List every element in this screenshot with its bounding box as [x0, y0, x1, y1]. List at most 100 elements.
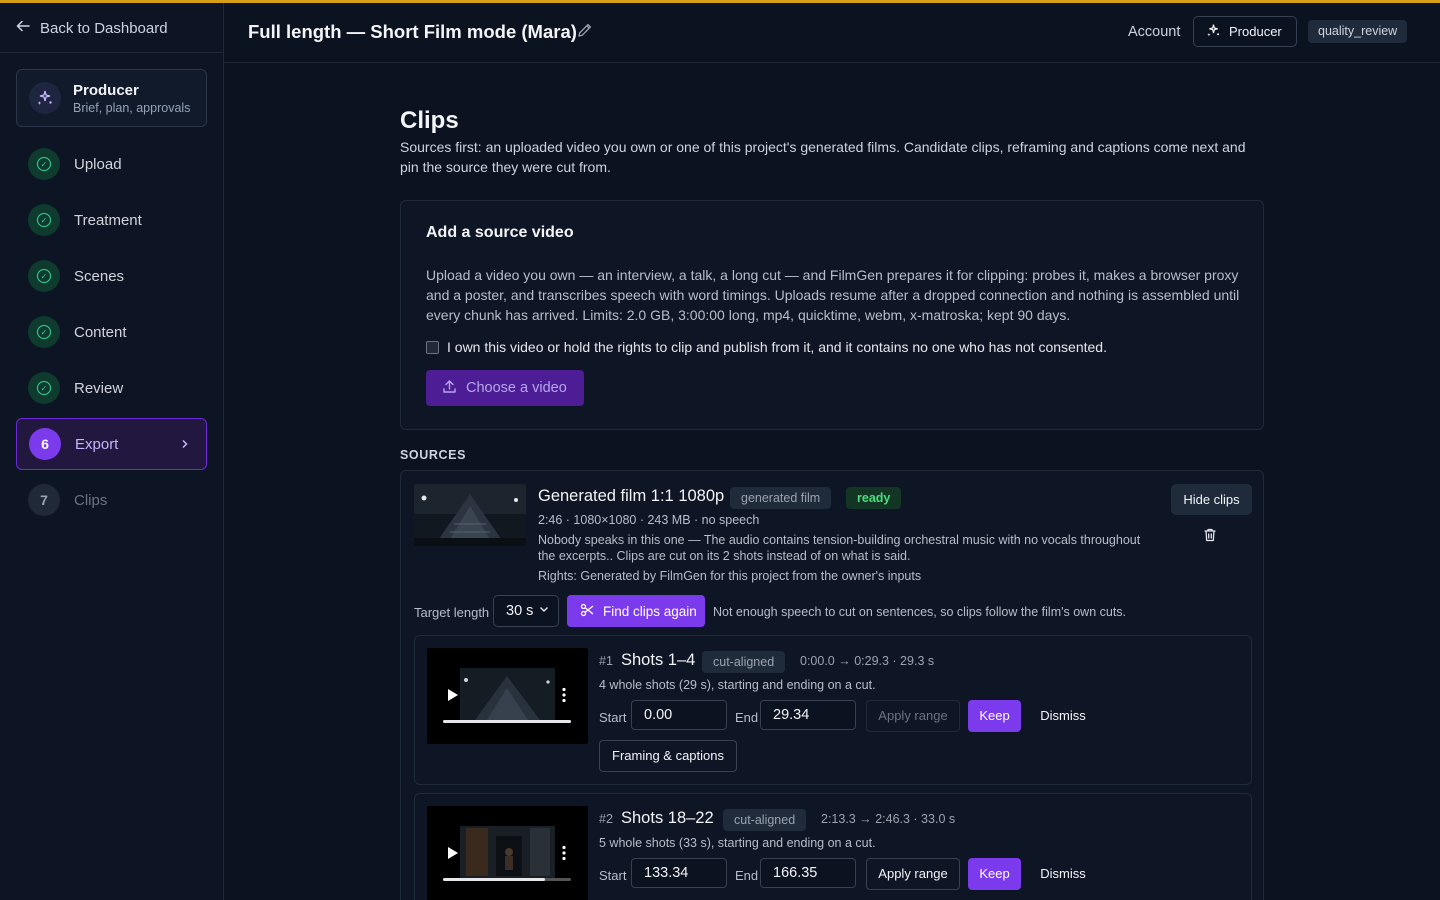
step-number-badge: 7 — [28, 484, 60, 516]
check-circle-icon: ✓ — [28, 260, 60, 292]
step-number-badge: 6 — [29, 428, 61, 460]
more-options-icon[interactable] — [561, 687, 567, 703]
dismiss-button[interactable]: Dismiss — [1029, 700, 1097, 732]
playback-progress-fill — [443, 720, 571, 723]
apply-range-button[interactable]: Apply range — [866, 700, 960, 732]
find-clips-again-button[interactable]: Find clips again — [567, 595, 705, 627]
clip-range: 2:13.3 → 2:46.3 · 33.0 s — [821, 812, 956, 826]
rights-checkbox[interactable] — [426, 340, 439, 354]
source-status-tag: ready — [846, 487, 902, 509]
step-review[interactable]: ✓ Review — [16, 362, 207, 414]
step-label: Export — [75, 435, 119, 453]
clip-range: 0:00.0 → 0:29.3 · 29.3 s — [800, 654, 935, 668]
clip-frame-thumbnail — [460, 668, 555, 720]
clip-description: 4 whole shots (29 s), starting and endin… — [599, 678, 876, 692]
play-icon[interactable] — [447, 846, 459, 860]
role-badge: quality_review — [1308, 20, 1408, 43]
step-upload[interactable]: ✓ Upload — [16, 138, 207, 190]
target-length-select[interactable]: 30 s — [493, 595, 559, 627]
target-length-value: 30 s — [506, 603, 534, 619]
source-type-tag: generated film — [730, 487, 832, 509]
source-description: Nobody speaks in this one — The audio co… — [538, 533, 1141, 563]
find-clips-note: Not enough speech to cut on sentences, s… — [713, 605, 1127, 619]
start-input[interactable]: 133.34 — [631, 858, 727, 888]
sparkles-icon — [1206, 23, 1221, 41]
play-icon[interactable] — [447, 688, 459, 702]
sparkles-icon — [29, 82, 61, 114]
choose-video-button[interactable]: Choose a video — [426, 370, 584, 406]
check-circle-icon: ✓ — [28, 316, 60, 348]
playback-progress-bar[interactable] — [443, 720, 571, 723]
playback-progress-bar[interactable] — [443, 878, 571, 881]
more-options-icon[interactable] — [561, 845, 567, 861]
producer-card-title: Producer — [73, 81, 139, 99]
step-label: Content — [74, 323, 127, 341]
producer-card-subtitle: Brief, plan, approvals — [73, 100, 191, 115]
back-to-dashboard-link[interactable]: Back to Dashboard — [16, 17, 168, 39]
keep-button[interactable]: Keep — [968, 700, 1021, 732]
clip-number: #2 — [599, 812, 613, 826]
clip-description: 5 whole shots (33 s), starting and endin… — [599, 836, 876, 850]
end-input[interactable]: 29.34 — [760, 700, 856, 730]
chevron-down-icon — [538, 603, 550, 615]
find-clips-label: Find clips again — [603, 603, 697, 619]
target-length-label: Target length — [414, 605, 490, 620]
apply-range-button[interactable]: Apply range — [866, 858, 960, 890]
check-circle-icon: ✓ — [28, 204, 60, 236]
end-input[interactable]: 166.35 — [760, 858, 856, 888]
add-source-title: Add a source video — [426, 224, 574, 241]
sidebar: Back to Dashboard Producer Brief, plan, … — [0, 3, 224, 900]
framing-captions-button[interactable]: Framing & captions — [599, 740, 737, 772]
step-export[interactable]: 6 Export — [16, 418, 207, 470]
source-rights: Rights: Generated by FilmGen for this pr… — [538, 569, 922, 583]
upload-icon — [442, 379, 457, 398]
clip-tag: cut-aligned — [723, 809, 807, 831]
choose-video-label: Choose a video — [466, 380, 567, 396]
rights-confirmation[interactable]: I own this video or hold the rights to c… — [426, 339, 1107, 355]
clip-card: #2 Shots 18–22 cut-aligned 2:13.3 → 2:46… — [414, 793, 1252, 900]
clip-video-player[interactable] — [427, 806, 588, 900]
dismiss-button[interactable]: Dismiss — [1029, 858, 1097, 890]
step-treatment[interactable]: ✓ Treatment — [16, 194, 207, 246]
clip-tag: cut-aligned — [702, 651, 786, 673]
step-label: Scenes — [74, 267, 125, 285]
end-label: End — [735, 710, 759, 725]
producer-button[interactable]: Producer — [1193, 16, 1297, 47]
source-card: Generated film 1:1 1080p generated film … — [400, 470, 1264, 900]
add-source-card: Add a source video Upload a video you ow… — [400, 200, 1264, 430]
keep-button[interactable]: Keep — [968, 858, 1021, 890]
rights-checkbox-label: I own this video or hold the rights to c… — [447, 339, 1107, 355]
hide-clips-button[interactable]: Hide clips — [1171, 484, 1252, 515]
step-label: Clips — [74, 491, 108, 509]
chevron-right-icon — [180, 436, 190, 453]
producer-button-label: Producer — [1229, 24, 1282, 39]
clips-heading: Clips — [400, 107, 459, 134]
start-input[interactable]: 0.00 — [631, 700, 727, 730]
start-label: Start — [599, 868, 627, 883]
scissors-icon — [580, 603, 594, 620]
sources-section-label: SOURCES — [400, 448, 467, 462]
producer-card[interactable]: Producer Brief, plan, approvals — [16, 69, 207, 127]
clip-title: Shots 18–22 — [621, 809, 714, 827]
source-title: Generated film 1:1 1080p — [538, 487, 725, 505]
page-header: Full length — Short Film mode (Mara) Acc… — [224, 3, 1440, 63]
clip-title: Shots 1–4 — [621, 651, 696, 669]
end-label: End — [735, 868, 759, 883]
clip-card: #1 Shots 1–4 cut-aligned 0:00.0 → 0:29.3… — [414, 635, 1252, 785]
sidebar-divider — [0, 52, 223, 53]
check-circle-icon: ✓ — [28, 372, 60, 404]
source-thumbnail — [414, 484, 526, 546]
page-title: Full length — Short Film mode (Mara) — [248, 21, 577, 42]
check-circle-icon: ✓ — [28, 148, 60, 180]
step-scenes[interactable]: ✓ Scenes — [16, 250, 207, 302]
step-clips[interactable]: 7 Clips — [16, 474, 207, 526]
account-link[interactable]: Account — [1128, 24, 1180, 40]
trash-icon[interactable] — [1202, 527, 1220, 545]
pencil-icon[interactable] — [576, 21, 596, 41]
clip-frame-thumbnail — [460, 826, 555, 878]
step-content[interactable]: ✓ Content — [16, 306, 207, 358]
playback-progress-fill — [443, 878, 546, 881]
step-label: Upload — [74, 155, 122, 173]
clip-video-player[interactable] — [427, 648, 588, 744]
add-source-description: Upload a video you own — an interview, a… — [426, 267, 1240, 323]
